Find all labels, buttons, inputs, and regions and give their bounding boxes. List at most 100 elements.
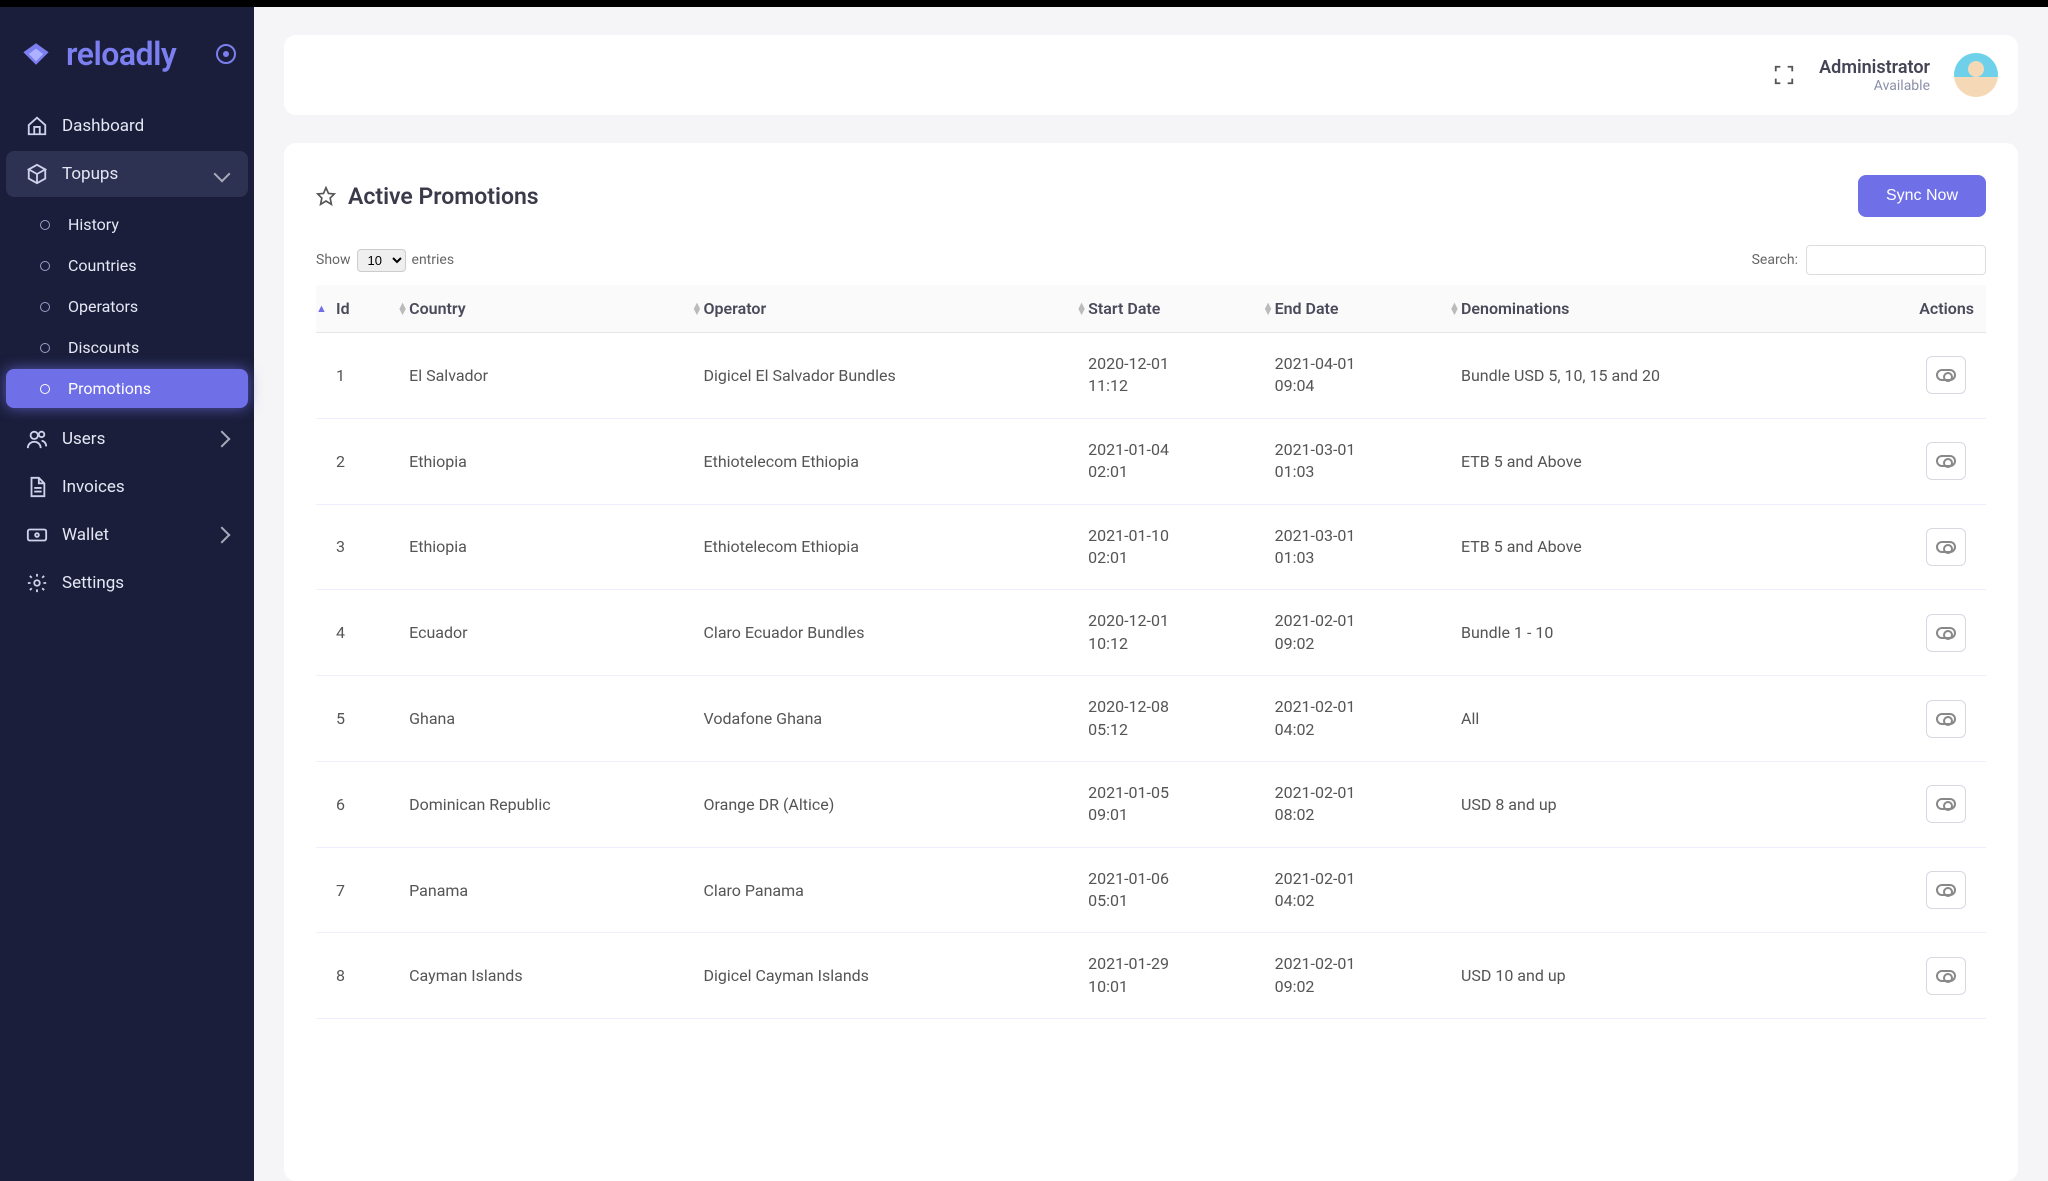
cell-operator: Digicel Cayman Islands <box>692 933 1077 1019</box>
eye-icon <box>1936 369 1956 381</box>
window-top-strip <box>0 0 2048 7</box>
cell-actions <box>1846 333 1986 419</box>
cell-operator: Claro Ecuador Bundles <box>692 590 1077 676</box>
cell-start: 2021-01-10 02:01 <box>1076 504 1262 590</box>
search-label: Search: <box>1752 252 1798 268</box>
cell-actions <box>1846 676 1986 762</box>
cell-operator: Claro Panama <box>692 847 1077 933</box>
cell-start: 2021-01-05 09:01 <box>1076 761 1262 847</box>
table-row: 4EcuadorClaro Ecuador Bundles2020-12-01 … <box>316 590 1986 676</box>
cell-actions <box>1846 933 1986 1019</box>
cell-denom: Bundle 1 - 10 <box>1449 590 1846 676</box>
sidebar-sub-countries[interactable]: Countries <box>6 246 248 285</box>
sort-icon[interactable] <box>692 303 703 315</box>
avatar[interactable] <box>1954 53 1998 97</box>
sidebar-sub-operators[interactable]: Operators <box>6 287 248 326</box>
sort-icon[interactable] <box>1263 303 1274 315</box>
col-country[interactable]: Country <box>397 285 691 333</box>
user-block[interactable]: Administrator Available <box>1819 57 1930 94</box>
chevron-down-icon <box>214 166 231 183</box>
cell-start: 2020-12-01 11:12 <box>1076 333 1262 419</box>
cell-operator: Orange DR (Altice) <box>692 761 1077 847</box>
fullscreen-icon[interactable] <box>1773 64 1795 86</box>
cell-denom: ETB 5 and Above <box>1449 418 1846 504</box>
sidebar-sub-label: Operators <box>68 297 138 316</box>
cell-id: 8 <box>316 933 397 1019</box>
eye-icon <box>1936 713 1956 725</box>
sidebar-item-settings[interactable]: Settings <box>6 560 248 606</box>
users-icon <box>26 428 48 450</box>
topups-submenu: History Countries Operators Discounts Pr… <box>0 199 254 414</box>
sidebar-sub-history[interactable]: History <box>6 205 248 244</box>
cell-id: 5 <box>316 676 397 762</box>
sidebar-sub-promotions[interactable]: Promotions <box>6 369 248 408</box>
cell-start: 2020-12-08 05:12 <box>1076 676 1262 762</box>
cell-country: El Salvador <box>397 333 691 419</box>
cell-actions <box>1846 847 1986 933</box>
bullet-icon <box>40 302 50 312</box>
sort-icon[interactable] <box>316 306 327 312</box>
eye-icon <box>1936 884 1956 896</box>
col-start-date[interactable]: Start Date <box>1076 285 1262 333</box>
target-icon[interactable] <box>216 44 236 64</box>
cell-start: 2020-12-01 10:12 <box>1076 590 1262 676</box>
user-status: Available <box>1819 78 1930 94</box>
view-button[interactable] <box>1926 700 1966 738</box>
view-button[interactable] <box>1926 528 1966 566</box>
star-icon <box>316 186 336 206</box>
cell-country: Ethiopia <box>397 504 691 590</box>
bullet-icon <box>40 343 50 353</box>
cell-id: 7 <box>316 847 397 933</box>
promotions-table: Id Country Operator Start Date <box>316 285 1986 1019</box>
sort-icon[interactable] <box>1076 303 1087 315</box>
bullet-icon <box>40 220 50 230</box>
brand: reloadly <box>0 35 254 101</box>
sidebar: reloadly Dashboard Topups <box>0 7 254 1181</box>
view-button[interactable] <box>1926 614 1966 652</box>
view-button[interactable] <box>1926 785 1966 823</box>
sidebar-item-label: Topups <box>62 164 118 184</box>
table-row: 5GhanaVodafone Ghana2020-12-08 05:122021… <box>316 676 1986 762</box>
table-row: 8Cayman IslandsDigicel Cayman Islands202… <box>316 933 1986 1019</box>
col-denominations[interactable]: Denominations <box>1449 285 1846 333</box>
cell-id: 2 <box>316 418 397 504</box>
cell-country: Dominican Republic <box>397 761 691 847</box>
sort-icon[interactable] <box>1449 303 1460 315</box>
sidebar-item-topups[interactable]: Topups <box>6 151 248 197</box>
document-icon <box>26 476 48 498</box>
cell-end: 2021-03-01 01:03 <box>1263 504 1449 590</box>
col-end-date[interactable]: End Date <box>1263 285 1449 333</box>
cell-operator: Ethiotelecom Ethiopia <box>692 418 1077 504</box>
sidebar-item-invoices[interactable]: Invoices <box>6 464 248 510</box>
sidebar-item-label: Wallet <box>62 525 109 545</box>
sidebar-sub-discounts[interactable]: Discounts <box>6 328 248 367</box>
cell-country: Ecuador <box>397 590 691 676</box>
brand-name: reloadly <box>66 35 176 73</box>
view-button[interactable] <box>1926 356 1966 394</box>
cell-operator: Vodafone Ghana <box>692 676 1077 762</box>
entries-select[interactable]: 10 <box>357 249 406 272</box>
content-card: Active Promotions Sync Now Show 10 entri… <box>284 143 2018 1181</box>
cell-denom: All <box>1449 676 1846 762</box>
sidebar-item-label: Invoices <box>62 477 125 497</box>
col-operator[interactable]: Operator <box>692 285 1077 333</box>
cell-country: Ethiopia <box>397 418 691 504</box>
col-id[interactable]: Id <box>316 285 397 333</box>
view-button[interactable] <box>1926 871 1966 909</box>
cell-id: 3 <box>316 504 397 590</box>
sort-icon[interactable] <box>397 303 408 315</box>
view-button[interactable] <box>1926 442 1966 480</box>
eye-icon <box>1936 798 1956 810</box>
view-button[interactable] <box>1926 957 1966 995</box>
user-name: Administrator <box>1819 57 1930 78</box>
cell-operator: Ethiotelecom Ethiopia <box>692 504 1077 590</box>
search-input[interactable] <box>1806 245 1986 275</box>
sidebar-item-users[interactable]: Users <box>6 416 248 462</box>
sidebar-sub-label: Discounts <box>68 338 139 357</box>
sync-now-button[interactable]: Sync Now <box>1858 175 1986 217</box>
sidebar-sub-label: History <box>68 215 119 234</box>
eye-icon <box>1936 970 1956 982</box>
sidebar-item-wallet[interactable]: Wallet <box>6 512 248 558</box>
eye-icon <box>1936 541 1956 553</box>
sidebar-item-dashboard[interactable]: Dashboard <box>6 103 248 149</box>
